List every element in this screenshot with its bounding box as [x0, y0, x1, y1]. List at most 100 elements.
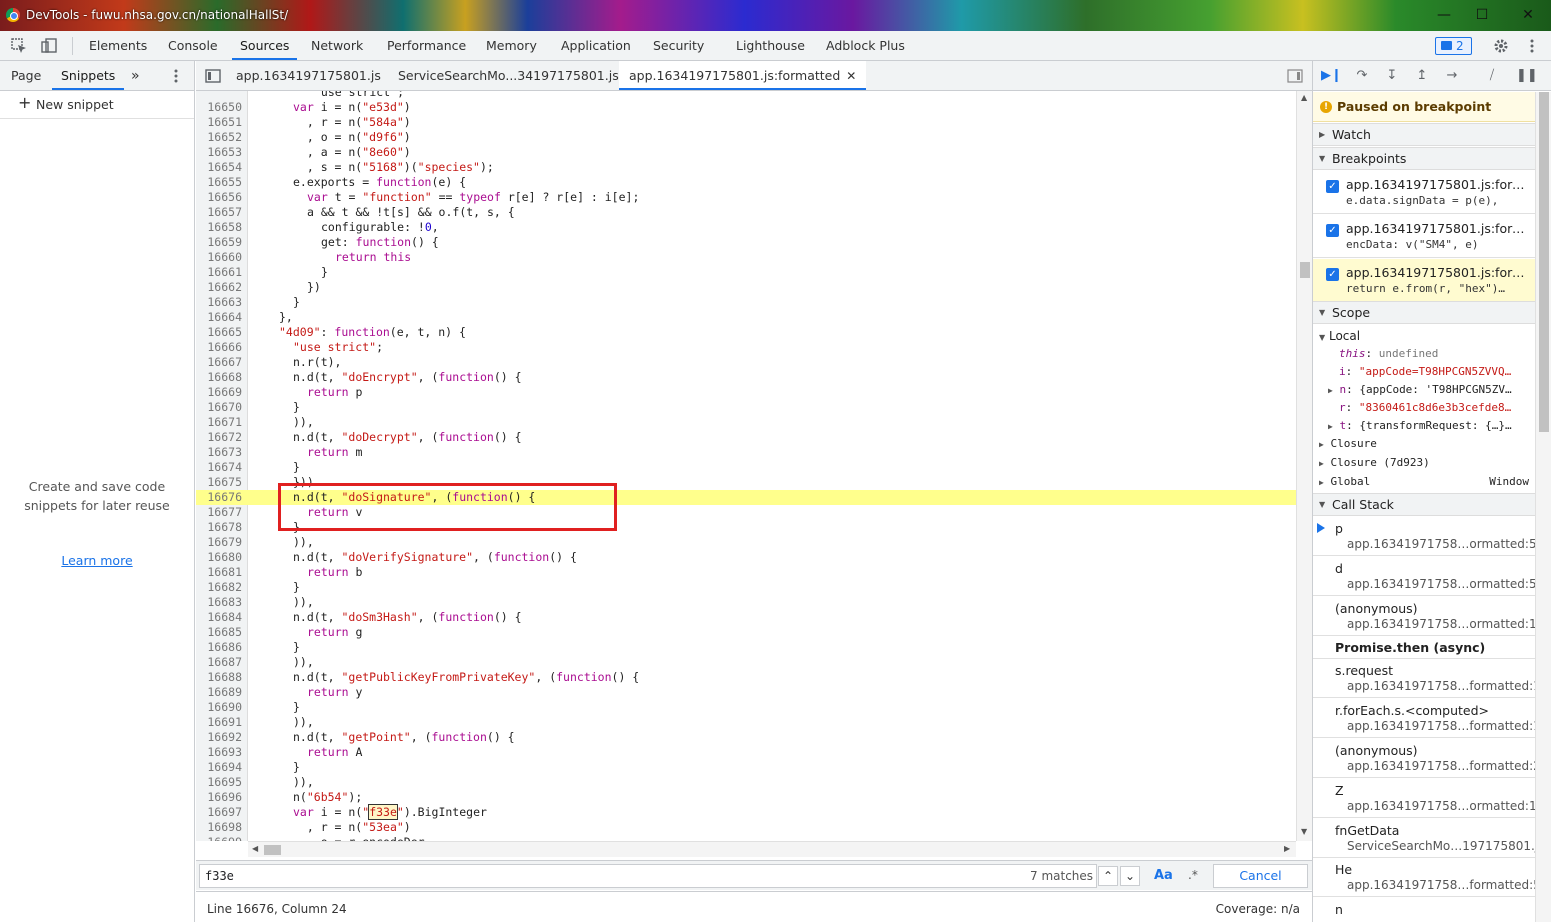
line-number[interactable]: 16692	[196, 730, 242, 745]
breakpoint-checkbox[interactable]: ✓	[1326, 268, 1339, 281]
step-over-icon[interactable]: ↷	[1353, 67, 1371, 85]
line-number[interactable]: 16680	[196, 550, 242, 565]
close-tab-icon[interactable]: ✕	[846, 69, 856, 83]
breakpoint-checkbox[interactable]: ✓	[1326, 180, 1339, 193]
line-number[interactable]: 16695	[196, 775, 242, 790]
scroll-right-icon[interactable]: ▶	[1284, 844, 1290, 853]
scroll-up-icon[interactable]: ▲	[1301, 93, 1307, 102]
minimize-icon[interactable]: —	[1434, 6, 1454, 24]
line-number[interactable]: 16661	[196, 265, 242, 280]
line-number[interactable]: 16662	[196, 280, 242, 295]
navigator-menu-icon[interactable]	[168, 68, 184, 84]
line-number[interactable]: 16688	[196, 670, 242, 685]
step-icon[interactable]: →	[1443, 67, 1461, 85]
tab-security[interactable]: Security	[653, 31, 704, 60]
call-frame[interactable]: He app.16341971758…formatted:52	[1313, 858, 1535, 897]
scope-section-header[interactable]: ▼ Scope	[1313, 301, 1535, 324]
line-number[interactable]: 16673	[196, 445, 242, 460]
scrollbar-thumb[interactable]	[1300, 262, 1310, 278]
tab-lighthouse[interactable]: Lighthouse	[736, 31, 805, 60]
tab-memory[interactable]: Memory	[486, 31, 537, 60]
line-number[interactable]: 16683	[196, 595, 242, 610]
tab-page[interactable]: Page	[11, 61, 41, 90]
scope-var-t[interactable]: ▶ t: {transformRequest: {…}…	[1313, 417, 1535, 435]
line-number[interactable]: 16663	[196, 295, 242, 310]
scope-closure-7d923[interactable]: ▶ Closure (7d923)	[1313, 454, 1535, 472]
tab-sources[interactable]: Sources	[232, 31, 298, 60]
line-number[interactable]: 16698	[196, 820, 242, 835]
tab-adblock-plus[interactable]: Adblock Plus	[826, 31, 905, 60]
line-number[interactable]: 16655	[196, 175, 242, 190]
line-number[interactable]: 16687	[196, 655, 242, 670]
tab-snippets[interactable]: Snippets	[52, 61, 125, 90]
scope-var-r[interactable]: r: "8360461c8d6e3b3cefde8…	[1313, 399, 1535, 417]
scope-var-n[interactable]: ▶ n: {appCode: 'T98HPCGN5ZV…	[1313, 381, 1535, 399]
line-number[interactable]: 16694	[196, 760, 242, 775]
match-case-button[interactable]: Aa	[1154, 868, 1173, 883]
more-tabs-icon[interactable]: »	[131, 61, 140, 90]
scope-closure[interactable]: ▶ Closure	[1313, 435, 1535, 453]
editor-vertical-scrollbar[interactable]: ▲ ▼	[1296, 91, 1312, 841]
line-number[interactable]: 16685	[196, 625, 242, 640]
next-match-icon[interactable]: ⌄	[1120, 866, 1140, 886]
line-number[interactable]: 16675	[196, 475, 242, 490]
breakpoint-item-active[interactable]: ✓ app.1634197175801.js:form… return e.fr…	[1313, 259, 1535, 302]
line-number[interactable]: 16668	[196, 370, 242, 385]
breakpoint-item[interactable]: ✓ app.1634197175801.js:forma… e.data.sig…	[1313, 171, 1535, 214]
issues-badge[interactable]: 2	[1435, 37, 1472, 55]
gear-icon[interactable]	[1493, 38, 1509, 54]
scroll-left-icon[interactable]: ◀	[252, 844, 258, 853]
file-tab-app-js[interactable]: app.1634197175801.js	[236, 61, 381, 90]
call-frame[interactable]: (anonymous) app.16341971758…formatted:25	[1313, 739, 1535, 778]
editor-horizontal-scrollbar[interactable]: ◀ ▶	[248, 841, 1296, 857]
line-number[interactable]: 16696	[196, 790, 242, 805]
step-out-icon[interactable]: ↥	[1413, 67, 1431, 85]
debugger-scrollbar[interactable]	[1535, 92, 1551, 922]
line-number[interactable]: 16691	[196, 715, 242, 730]
call-frame[interactable]: s.request app.16341971758…formatted:11	[1313, 659, 1535, 698]
line-number[interactable]: 16658	[196, 220, 242, 235]
line-number[interactable]: 16676	[196, 490, 242, 505]
file-tab-app-formatted[interactable]: app.1634197175801.js:formatted ✕	[619, 61, 867, 90]
pause-on-exceptions-icon[interactable]: ❚❚	[1516, 67, 1538, 85]
line-number[interactable]: 16654	[196, 160, 242, 175]
inspect-element-icon[interactable]	[11, 38, 27, 54]
line-number[interactable]: 16677	[196, 505, 242, 520]
scope-global[interactable]: ▶ Global Window	[1313, 473, 1535, 491]
deactivate-breakpoints-icon[interactable]: ⧸	[1483, 67, 1501, 85]
line-number[interactable]: 16693	[196, 745, 242, 760]
line-number[interactable]: 16651	[196, 115, 242, 130]
line-number[interactable]: 16667	[196, 355, 242, 370]
line-number[interactable]: 16656	[196, 190, 242, 205]
tab-performance[interactable]: Performance	[387, 31, 466, 60]
search-input[interactable]: f33e	[199, 864, 1097, 888]
breakpoint-checkbox[interactable]: ✓	[1326, 224, 1339, 237]
new-snippet-button[interactable]: + New snippet	[18, 93, 114, 112]
line-number[interactable]: 16672	[196, 430, 242, 445]
scope-var-this[interactable]: this: undefined	[1313, 345, 1535, 363]
line-number[interactable]: 16652	[196, 130, 242, 145]
line-number[interactable]: 16699	[196, 835, 242, 841]
tab-application[interactable]: Application	[561, 31, 631, 60]
file-tab-service-search[interactable]: ServiceSearchMo...34197175801.js	[398, 61, 619, 90]
line-number[interactable]: 16697	[196, 805, 242, 820]
call-frame-current[interactable]: p app.16341971758…ormatted:503	[1313, 517, 1535, 556]
line-number[interactable]: 16657	[196, 205, 242, 220]
call-frame[interactable]: (anonymous) app.16341971758…ormatted:101	[1313, 597, 1535, 636]
more-options-icon[interactable]	[1524, 38, 1540, 54]
line-number[interactable]: 16678	[196, 520, 242, 535]
line-number[interactable]: 16670	[196, 400, 242, 415]
line-number[interactable]: 16690	[196, 700, 242, 715]
breakpoint-item[interactable]: ✓ app.1634197175801.js:forma… encData: v…	[1313, 215, 1535, 258]
call-frame[interactable]: Z app.16341971758…ormatted:103	[1313, 779, 1535, 818]
line-number[interactable]: 16682	[196, 580, 242, 595]
line-number[interactable]: 16684	[196, 610, 242, 625]
step-into-icon[interactable]: ↧	[1383, 67, 1401, 85]
maximize-icon[interactable]: ☐	[1472, 6, 1492, 24]
line-number[interactable]: 16689	[196, 685, 242, 700]
close-window-icon[interactable]: ✕	[1518, 6, 1538, 24]
call-stack-section-header[interactable]: ▼ Call Stack	[1313, 493, 1535, 516]
line-number[interactable]: 16671	[196, 415, 242, 430]
cancel-search-button[interactable]: Cancel	[1213, 864, 1308, 888]
line-number[interactable]: 16686	[196, 640, 242, 655]
